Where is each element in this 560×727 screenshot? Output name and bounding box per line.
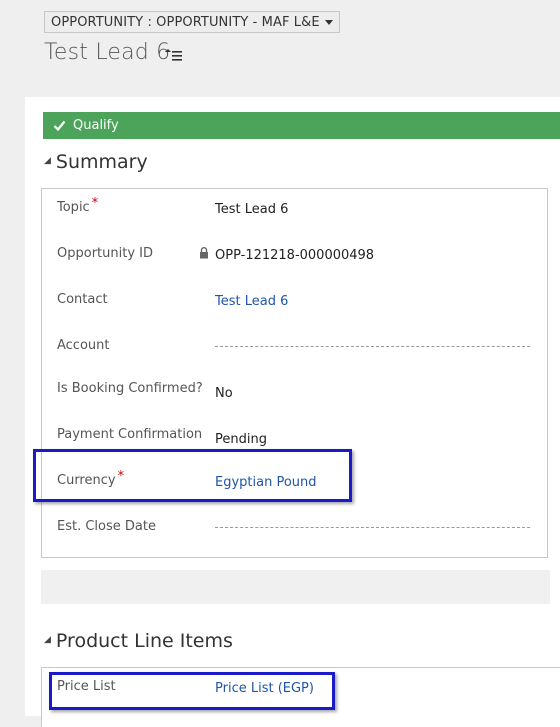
section-spacer xyxy=(41,570,550,604)
field-label-est-close-date: Est. Close Date xyxy=(57,519,156,534)
currency-highlight-box xyxy=(33,449,352,502)
field-value-topic[interactable]: Test Lead 6 xyxy=(215,202,288,217)
collapse-triangle-icon[interactable]: ◢ xyxy=(44,635,51,645)
field-row-topic: Topic * Test Lead 6 xyxy=(57,196,537,224)
field-value-opportunity-id: OPP-121218-000000498 xyxy=(215,248,375,263)
required-indicator: * xyxy=(91,196,99,211)
field-value-account-empty[interactable] xyxy=(215,346,530,347)
chevron-down-icon xyxy=(324,19,333,25)
field-row-account: Account xyxy=(57,338,537,362)
lock-icon xyxy=(200,247,208,259)
field-row-booking-confirmed: Is Booking Confirmed? No xyxy=(57,381,537,405)
summary-section-header[interactable]: ◢ Summary xyxy=(44,151,148,173)
field-value-est-close-date-empty[interactable] xyxy=(215,527,530,528)
field-row-contact: Contact Test Lead 6 xyxy=(57,292,537,316)
collapse-triangle-icon[interactable]: ◢ xyxy=(44,156,51,166)
field-label-payment-confirmation: Payment Confirmation xyxy=(57,427,203,442)
product-line-items-section-header[interactable]: ◢ Product Line Items xyxy=(44,630,233,652)
field-row-opportunity-id: Opportunity ID OPP-121218-000000498 xyxy=(57,246,537,270)
product-line-items-title: Product Line Items xyxy=(55,630,233,652)
field-value-contact-link[interactable]: Test Lead 6 xyxy=(215,294,288,309)
field-value-payment-confirmation[interactable]: Pending xyxy=(215,432,267,447)
title-menu-icon[interactable] xyxy=(165,49,183,63)
qualify-stage-label: Qualify xyxy=(73,118,119,133)
field-value-booking-confirmed[interactable]: No xyxy=(215,386,233,401)
form-selector-dropdown[interactable]: OPPORTUNITY : OPPORTUNITY - MAF L&E xyxy=(44,11,340,33)
record-title: Test Lead 6 xyxy=(44,40,171,65)
field-label-topic: Topic * xyxy=(57,196,99,215)
field-label-booking-confirmed: Is Booking Confirmed? xyxy=(57,381,203,396)
summary-section-title: Summary xyxy=(55,151,148,173)
form-selector-label: OPPORTUNITY : OPPORTUNITY - MAF L&E xyxy=(51,14,320,30)
field-row-payment-confirmation: Payment Confirmation Pending xyxy=(57,427,537,451)
price-list-highlight-box xyxy=(49,672,335,710)
field-row-est-close-date: Est. Close Date xyxy=(57,519,537,543)
summary-section xyxy=(41,188,548,558)
field-label-opportunity-id: Opportunity ID xyxy=(57,246,153,261)
checkmark-icon xyxy=(53,120,66,132)
field-label-account: Account xyxy=(57,338,110,353)
process-stage-bar[interactable]: Qualify xyxy=(43,112,560,139)
field-label-contact: Contact xyxy=(57,292,108,307)
